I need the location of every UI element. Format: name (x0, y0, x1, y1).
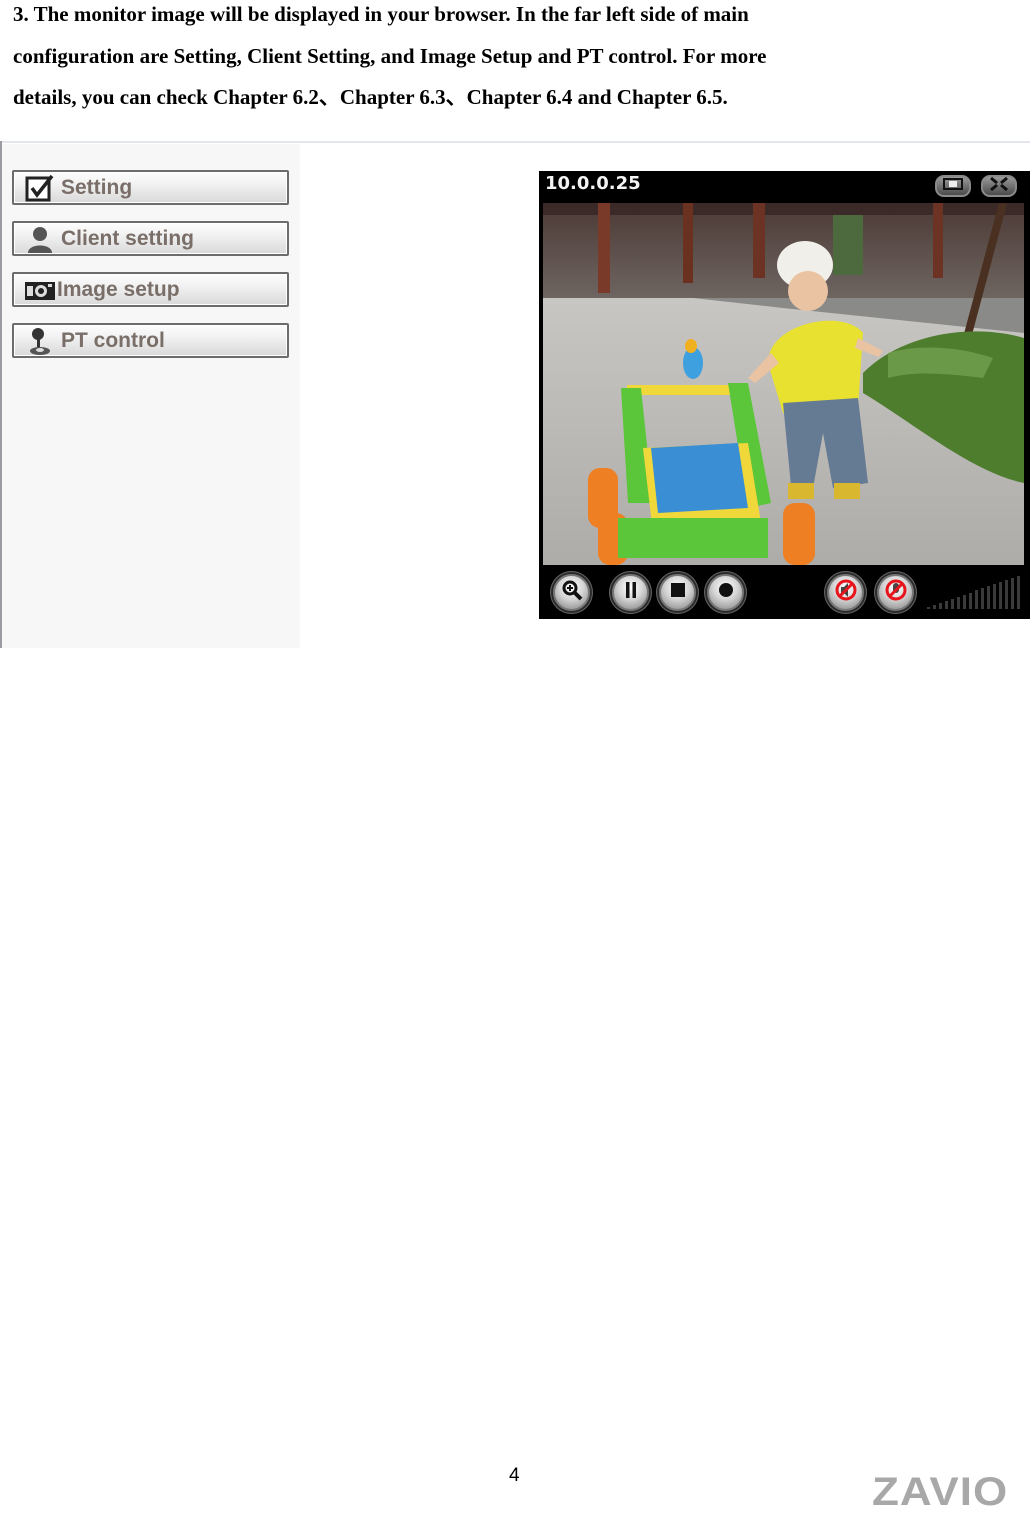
record-icon (718, 582, 734, 603)
pause-icon (624, 581, 638, 604)
volume-bar (1005, 580, 1008, 609)
zoom-button[interactable] (553, 574, 590, 611)
sidebar-item-label: Image setup (57, 277, 180, 301)
volume-bar (957, 597, 960, 609)
instruction-line-3: details, you can check Chapter 6.2、Chapt… (13, 85, 728, 109)
snapshot-mode-button[interactable] (935, 175, 971, 197)
camera-address: 10.0.0.25 (545, 173, 641, 194)
snapshot-mode-icon (943, 177, 963, 195)
sidebar: Setting Client setting Image setup PT co… (2, 144, 300, 648)
volume-bar (933, 605, 936, 609)
volume-slider[interactable] (927, 571, 1022, 609)
brand-logo: ZAVIO (872, 1470, 1009, 1515)
volume-bar (987, 586, 990, 609)
checkbox-icon (23, 174, 57, 202)
stop-button[interactable] (659, 574, 696, 611)
volume-bar (1017, 576, 1020, 609)
microphone-mute-button[interactable] (877, 574, 914, 611)
speaker-muted-icon (834, 578, 858, 607)
instruction-paragraph: 3. The monitor image will be displayed i… (13, 0, 1013, 119)
zoom-in-icon (561, 579, 583, 606)
video-viewer: 10.0.0.25 (539, 171, 1030, 619)
divider (0, 141, 1030, 143)
page-number: 4 (509, 1465, 520, 1486)
stop-icon (670, 582, 686, 603)
sidebar-item-setting[interactable]: Setting (12, 170, 289, 205)
instruction-line-1: 3. The monitor image will be displayed i… (13, 2, 749, 26)
fullscreen-button[interactable] (981, 175, 1017, 197)
video-feed[interactable] (543, 203, 1024, 565)
sidebar-item-label: Setting (61, 175, 133, 199)
volume-bar (969, 593, 972, 609)
volume-bar (939, 603, 942, 609)
volume-bar (993, 584, 996, 609)
sidebar-item-label: Client setting (61, 226, 195, 250)
microphone-muted-icon (884, 578, 908, 607)
sidebar-item-pt-control[interactable]: PT control (12, 323, 289, 358)
user-icon (23, 225, 57, 253)
instruction-line-2: configuration are Setting, Client Settin… (13, 43, 767, 68)
sidebar-item-label: PT control (61, 328, 165, 352)
volume-bar (963, 595, 966, 609)
volume-bar (945, 601, 948, 609)
pause-button[interactable] (612, 574, 649, 611)
volume-bar (1011, 578, 1014, 609)
camera-icon (23, 276, 57, 304)
volume-bar (975, 590, 978, 609)
volume-bar (999, 582, 1002, 609)
video-frame-image (543, 203, 1024, 565)
sidebar-item-client-setting[interactable]: Client setting (12, 221, 289, 256)
joystick-icon (23, 327, 57, 355)
speaker-mute-button[interactable] (827, 574, 864, 611)
volume-bar (981, 588, 984, 609)
sidebar-item-image-setup[interactable]: Image setup (12, 272, 289, 307)
volume-bar (927, 607, 930, 609)
fullscreen-icon (990, 176, 1008, 196)
embedded-ui-screenshot: Setting Client setting Image setup PT co… (0, 141, 1030, 648)
record-button[interactable] (707, 574, 744, 611)
volume-bar (951, 599, 954, 609)
